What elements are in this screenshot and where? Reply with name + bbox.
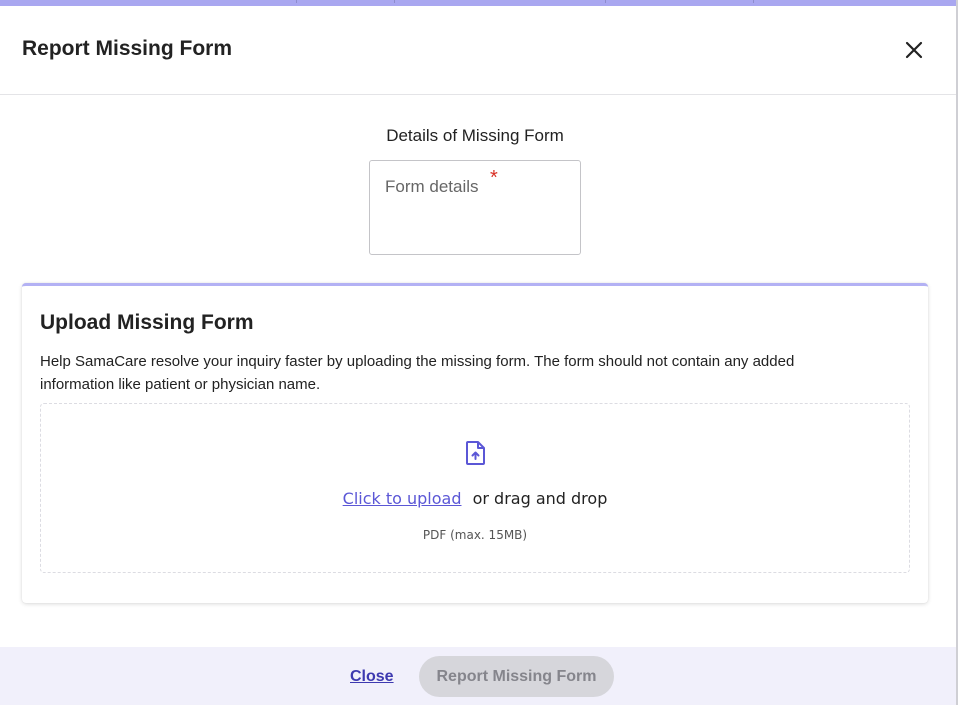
details-section-label: Details of Missing Form (386, 126, 564, 145)
form-details-placeholder: Form details (385, 177, 479, 196)
close-icon[interactable] (898, 34, 930, 66)
file-type-hint: PDF (max. 15MB) (422, 528, 528, 542)
modal-header: Report Missing Form (0, 6, 956, 95)
upload-card: Upload Missing Form Help SamaCare resolv… (22, 283, 928, 603)
close-icon-glyph (905, 41, 923, 59)
required-marker: * (490, 167, 498, 189)
close-button[interactable]: Close (350, 668, 394, 686)
upload-instructions: Click to upload or drag and drop (41, 489, 909, 509)
upload-help-text: Help SamaCare resolve your inquiry faste… (40, 353, 795, 393)
modal-footer: Close Report Missing Form (0, 647, 956, 705)
modal-title: Report Missing Form (22, 37, 233, 60)
drag-drop-text: or drag and drop (472, 489, 608, 508)
upload-section-title: Upload Missing Form (40, 311, 254, 334)
strip-divider (394, 0, 395, 3)
file-upload-icon (466, 441, 485, 465)
strip-divider (605, 0, 606, 3)
strip-divider (296, 0, 297, 3)
form-details-input[interactable]: Form details * (369, 160, 581, 255)
report-missing-form-button[interactable]: Report Missing Form (419, 656, 614, 697)
click-to-upload-link[interactable]: Click to upload (343, 489, 462, 508)
strip-divider (753, 0, 754, 3)
file-drop-zone[interactable]: Click to upload or drag and drop PDF (ma… (40, 403, 910, 573)
